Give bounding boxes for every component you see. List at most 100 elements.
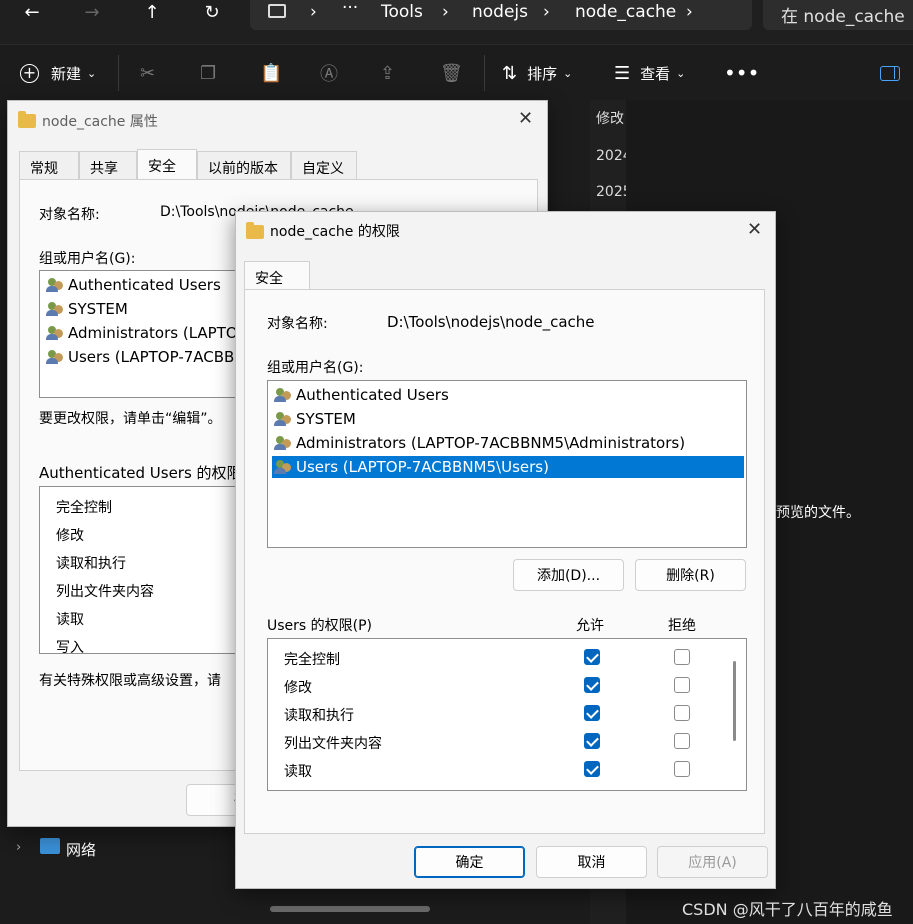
tab-customize[interactable]: 自定义 xyxy=(291,151,357,179)
permission-name: 读取和执行 xyxy=(56,556,126,572)
address-bar[interactable]: › ··· Tools › nodejs › node_cache › xyxy=(250,0,752,30)
tab-previous-versions[interactable]: 以前的版本 xyxy=(197,151,291,179)
divider xyxy=(484,55,485,91)
cancel-button[interactable]: 取消 xyxy=(536,846,647,878)
remove-button[interactable]: 删除(R) xyxy=(635,559,746,591)
nav-pane: › 网络 xyxy=(0,826,240,924)
up-arrow-icon[interactable]: ↑ xyxy=(140,0,164,24)
user-name: Users (LAPTOP-7ACBBNM5\Users) xyxy=(296,458,549,476)
back-arrow-icon[interactable]: ← xyxy=(20,0,44,24)
tab-security[interactable]: 安全 xyxy=(244,261,310,291)
user-name: Users (LAPTOP-7ACBBN xyxy=(68,348,246,366)
allow-checkbox[interactable] xyxy=(584,761,600,777)
allow-checkbox[interactable] xyxy=(584,677,600,693)
user-group-icon xyxy=(274,411,292,427)
user-group-icon xyxy=(46,325,64,341)
user-name: SYSTEM xyxy=(68,300,128,318)
explorer-titlebar: ← → ↑ ↻ › ··· Tools › nodejs › node_cach… xyxy=(0,0,913,44)
user-group-icon xyxy=(274,459,292,475)
permission-name: 读取和执行 xyxy=(284,708,354,724)
deny-header: 拒绝 xyxy=(668,618,696,634)
close-icon[interactable]: ✕ xyxy=(747,219,762,240)
rename-icon[interactable]: Ⓐ xyxy=(320,45,338,101)
chevron-right-icon[interactable]: › xyxy=(16,840,21,855)
permission-name: 修改 xyxy=(56,528,84,544)
permissions-dialog: node_cache 的权限 ✕ 安全 对象名称: D:\Tools\nodej… xyxy=(235,211,776,889)
watermark: CSDN @风干了八百年的咸鱼 xyxy=(682,900,893,919)
user-group-icon xyxy=(46,349,64,365)
view-button[interactable]: ☰ 查看 ⌄ xyxy=(614,45,685,101)
ok-button[interactable]: 确定 xyxy=(414,846,525,878)
permission-list: 完全控制 修改 读取和执行 列出文件夹内容 读取 xyxy=(267,638,747,791)
sort-label: 排序 xyxy=(527,64,558,83)
plus-circle-icon: + xyxy=(20,63,39,83)
tab-general[interactable]: 常规 xyxy=(19,151,79,179)
dialog-title: node_cache 的权限 xyxy=(270,224,400,240)
dialog-title: node_cache 属性 xyxy=(42,114,158,130)
view-label: 查看 xyxy=(640,64,671,83)
object-name-label: 对象名称: xyxy=(39,207,100,223)
horizontal-scrollbar[interactable] xyxy=(270,906,430,912)
deny-checkbox[interactable] xyxy=(674,733,690,749)
chevron-right-icon: › xyxy=(310,2,317,22)
chevron-right-icon[interactable]: › xyxy=(686,2,693,22)
apply-button[interactable]: 应用(A) xyxy=(657,846,768,878)
view-icon: ☰ xyxy=(614,62,631,84)
user-list[interactable]: Authenticated Users SYSTEM Administrator… xyxy=(267,380,747,548)
cut-icon[interactable]: ✂ xyxy=(140,45,155,101)
column-header-modified[interactable]: 修改 xyxy=(596,108,624,128)
allow-checkbox[interactable] xyxy=(584,733,600,749)
more-options-icon[interactable]: ••• xyxy=(724,45,759,101)
nav-item-network[interactable]: 网络 xyxy=(66,839,96,860)
advanced-hint: 有关特殊权限或高级设置，请 xyxy=(39,673,221,689)
delete-icon[interactable]: 🗑 xyxy=(440,45,463,101)
add-button[interactable]: 添加(D)... xyxy=(513,559,624,591)
deny-checkbox[interactable] xyxy=(674,761,690,777)
search-input[interactable]: 在 node_cache xyxy=(763,0,913,30)
allow-checkbox[interactable] xyxy=(584,649,600,665)
tab-sharing[interactable]: 共享 xyxy=(79,151,137,179)
object-name-label: 对象名称: xyxy=(267,316,328,332)
network-icon xyxy=(40,838,60,854)
forward-arrow-icon[interactable]: → xyxy=(80,0,104,24)
paste-icon[interactable]: 📋 xyxy=(260,45,282,101)
user-group-icon xyxy=(274,387,292,403)
computer-icon xyxy=(268,4,286,18)
breadcrumb-tools[interactable]: Tools xyxy=(381,2,423,22)
tab-strip: 常规 共享 安全 以前的版本 自定义 xyxy=(19,149,539,181)
breadcrumb-node-cache[interactable]: node_cache xyxy=(575,2,676,22)
list-item[interactable]: Administrators (LAPTOP-7ACBBNM5\Administ… xyxy=(272,432,744,454)
user-name: Authenticated Users xyxy=(296,386,449,404)
permission-name: 读取 xyxy=(56,612,84,628)
folder-icon xyxy=(246,222,264,239)
copy-icon[interactable]: ❐ xyxy=(200,45,216,101)
permission-name: 列出文件夹内容 xyxy=(56,584,154,600)
close-icon[interactable]: ✕ xyxy=(518,108,533,129)
breadcrumb-nodejs[interactable]: nodejs xyxy=(472,2,528,22)
user-group-icon xyxy=(46,277,64,293)
details-pane-icon[interactable] xyxy=(880,45,900,101)
list-item[interactable]: SYSTEM xyxy=(272,408,744,430)
object-name-value: D:\Tools\nodejs\node_cache xyxy=(387,313,595,331)
more-crumbs-icon[interactable]: ··· xyxy=(342,0,358,18)
user-name: SYSTEM xyxy=(296,410,356,428)
permission-name: 修改 xyxy=(284,680,312,696)
refresh-icon[interactable]: ↻ xyxy=(200,0,224,24)
new-button[interactable]: + 新建 ⌄ xyxy=(20,45,96,101)
permission-name: 完全控制 xyxy=(56,500,112,516)
share-icon[interactable]: ⇪ xyxy=(380,45,395,101)
deny-checkbox[interactable] xyxy=(674,677,690,693)
sort-button[interactable]: ⇅ 排序 ⌄ xyxy=(502,45,572,101)
edit-hint: 要更改权限，请单击“编辑”。 xyxy=(39,411,222,427)
list-item[interactable]: Authenticated Users xyxy=(272,384,744,406)
vertical-scrollbar[interactable] xyxy=(733,661,736,741)
user-group-icon xyxy=(274,435,292,451)
sort-icon: ⇅ xyxy=(502,62,518,84)
group-label: 组或用户名(G): xyxy=(39,251,136,267)
permission-name: 完全控制 xyxy=(284,652,340,668)
tab-security[interactable]: 安全 xyxy=(137,149,197,179)
allow-checkbox[interactable] xyxy=(584,705,600,721)
deny-checkbox[interactable] xyxy=(674,649,690,665)
deny-checkbox[interactable] xyxy=(674,705,690,721)
list-item-selected[interactable]: Users (LAPTOP-7ACBBNM5\Users) xyxy=(272,456,744,478)
